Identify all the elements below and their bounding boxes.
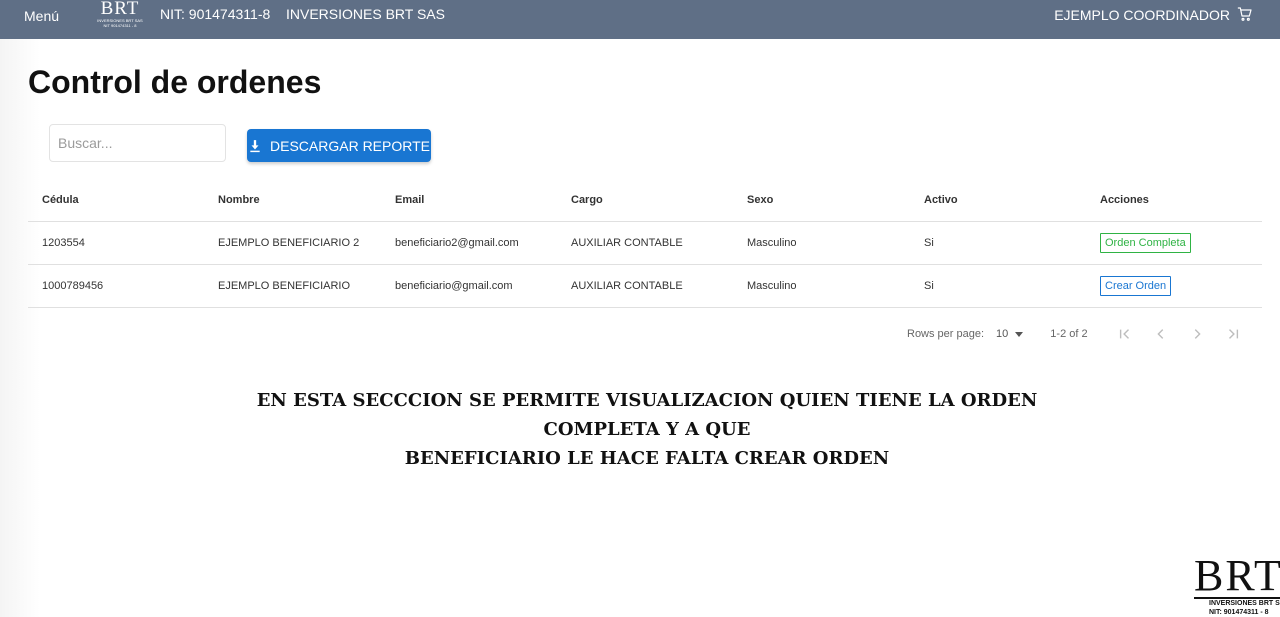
cell-cedula: 1203554 (28, 221, 204, 265)
crear-orden-button[interactable]: Crear Orden (1100, 275, 1172, 296)
company-name: INVERSIONES BRT SAS (286, 6, 445, 22)
column-header-sexo[interactable]: Sexo (733, 180, 910, 222)
rows-per-page-label: Rows per page: (907, 328, 985, 340)
next-page-icon[interactable] (1190, 327, 1204, 341)
top-navbar: Menú BRT INVERSIONES BRT SAS NIT 9014743… (0, 0, 1280, 39)
info-note-line-2: BENEFICIARIO LE HACE FALTA CREAR ORDEN (404, 448, 890, 469)
user-menu[interactable]: EJEMPLO COORDINADOR (1054, 7, 1230, 23)
table-row: 1000789456 EJEMPLO BENEFICIARIO benefici… (28, 264, 1262, 308)
brand-logo-text: BRT (100, 0, 140, 19)
caret-down-icon (1015, 332, 1024, 337)
previous-page-icon[interactable] (1154, 327, 1168, 341)
cart-icon[interactable] (1237, 6, 1253, 22)
cell-sexo: Masculino (733, 221, 910, 265)
pagination-range: 1-2 of 2 (1050, 328, 1088, 340)
last-page-icon[interactable] (1226, 327, 1240, 341)
rows-per-page-value: 10 (996, 328, 1009, 340)
page-shade (0, 39, 40, 617)
first-page-icon[interactable] (1118, 327, 1132, 341)
brand-logo[interactable]: BRT INVERSIONES BRT SAS NIT 901474311 - … (96, 0, 144, 30)
page-title: Control de ordenes (28, 64, 322, 100)
table-row: 1203554 EJEMPLO BENEFICIARIO 2 beneficia… (28, 221, 1262, 265)
menu-button[interactable]: Menú (24, 8, 59, 24)
cell-activo: Si (910, 221, 1086, 265)
orders-table: Cédula Nombre Email Cargo Sexo Activo Ac… (28, 180, 1262, 308)
download-icon (250, 139, 260, 152)
cell-activo: Si (910, 264, 1086, 308)
column-header-nombre[interactable]: Nombre (204, 180, 381, 222)
column-header-cargo[interactable]: Cargo (557, 180, 733, 222)
company-nit: NIT: 901474311-8 (160, 6, 271, 22)
search-input[interactable] (49, 124, 226, 162)
table-header-row: Cédula Nombre Email Cargo Sexo Activo Ac… (28, 180, 1262, 222)
cell-email: beneficiario@gmail.com (381, 264, 557, 308)
info-note: EN ESTA SECCCION SE PERMITE VISUALIZACIO… (200, 386, 1094, 473)
cell-cargo: AUXILIAR CONTABLE (557, 264, 733, 308)
download-report-button[interactable]: DESCARGAR REPORTE (247, 129, 431, 162)
orden-completa-button[interactable]: Orden Completa (1100, 232, 1191, 253)
brand-logo-nit: NIT 901474311 - 8 (103, 23, 137, 28)
column-header-email[interactable]: Email (381, 180, 557, 222)
corner-logo-text: BRT (1194, 556, 1280, 600)
download-report-label: DESCARGAR REPORTE (270, 137, 430, 154)
corner-logo: BRT INVERSIONES BRT SAS NIT: 901474311 -… (1194, 556, 1280, 617)
cell-nombre: EJEMPLO BENEFICIARIO 2 (204, 221, 381, 265)
corner-logo-nit: NIT: 901474311 - 8 (1209, 609, 1269, 616)
cell-cedula: 1000789456 (28, 264, 204, 308)
info-note-line-1: EN ESTA SECCCION SE PERMITE VISUALIZACIO… (256, 390, 1038, 440)
rows-per-page-select[interactable]: 10 (996, 328, 1024, 340)
cell-cargo: AUXILIAR CONTABLE (557, 221, 733, 265)
column-header-activo[interactable]: Activo (910, 180, 1086, 222)
column-header-cedula[interactable]: Cédula (28, 180, 204, 222)
cell-nombre: EJEMPLO BENEFICIARIO (204, 264, 381, 308)
cell-sexo: Masculino (733, 264, 910, 308)
corner-logo-subtitle: INVERSIONES BRT SAS (1209, 600, 1280, 607)
cell-acciones: Crear Orden (1086, 264, 1262, 308)
table-pagination: Rows per page: 10 1-2 of 2 (907, 324, 1240, 344)
column-header-acciones: Acciones (1086, 180, 1262, 222)
cell-email: beneficiario2@gmail.com (381, 221, 557, 265)
cell-acciones: Orden Completa (1086, 221, 1262, 265)
